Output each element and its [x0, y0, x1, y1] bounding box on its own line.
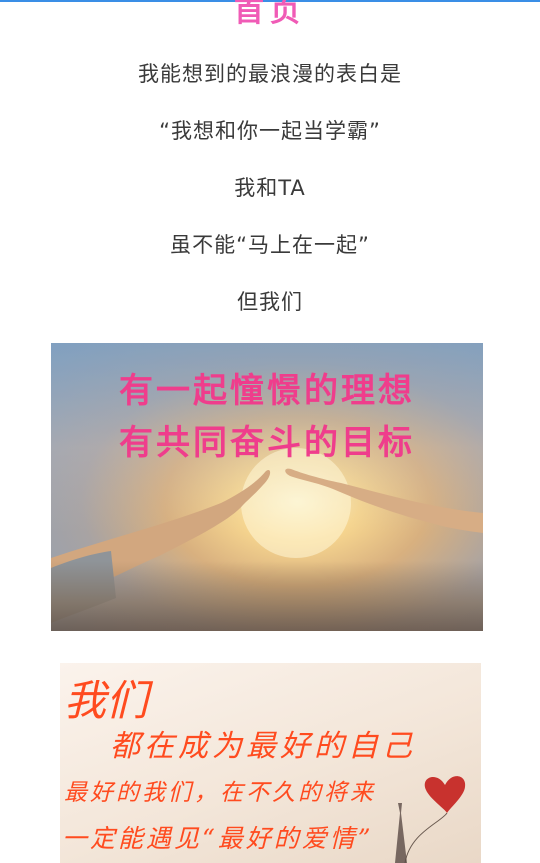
tower-silhouette [395, 803, 407, 863]
article-line-1: 我能想到的最浪漫的表白是 [138, 62, 402, 86]
sun-glow [241, 448, 351, 558]
hands-sunset-image: 有一起憧憬的理想 有共同奋斗的目标 [51, 343, 483, 631]
image-caption-line-1: 有一起憧憬的理想 [119, 371, 415, 411]
handwritten-note-image: 我们 都在成为最好的自己 最好的我们，在不久的将来 一定能遇见“最好的爱情” [60, 663, 481, 863]
heart-balloon-icon [424, 776, 466, 813]
article-line-5: 但我们 [237, 290, 303, 314]
article-line-3: 我和TA [234, 176, 306, 200]
page-title: 首页 [234, 0, 306, 29]
heart-balloon-illustration [395, 776, 466, 863]
city-ground [51, 561, 483, 631]
article-line-4: 虽不能“马上在一起” [170, 233, 370, 257]
article-line-2: “我想和你一起当学霸” [159, 119, 381, 143]
image-caption-line-2: 有共同奋斗的目标 [119, 423, 415, 463]
